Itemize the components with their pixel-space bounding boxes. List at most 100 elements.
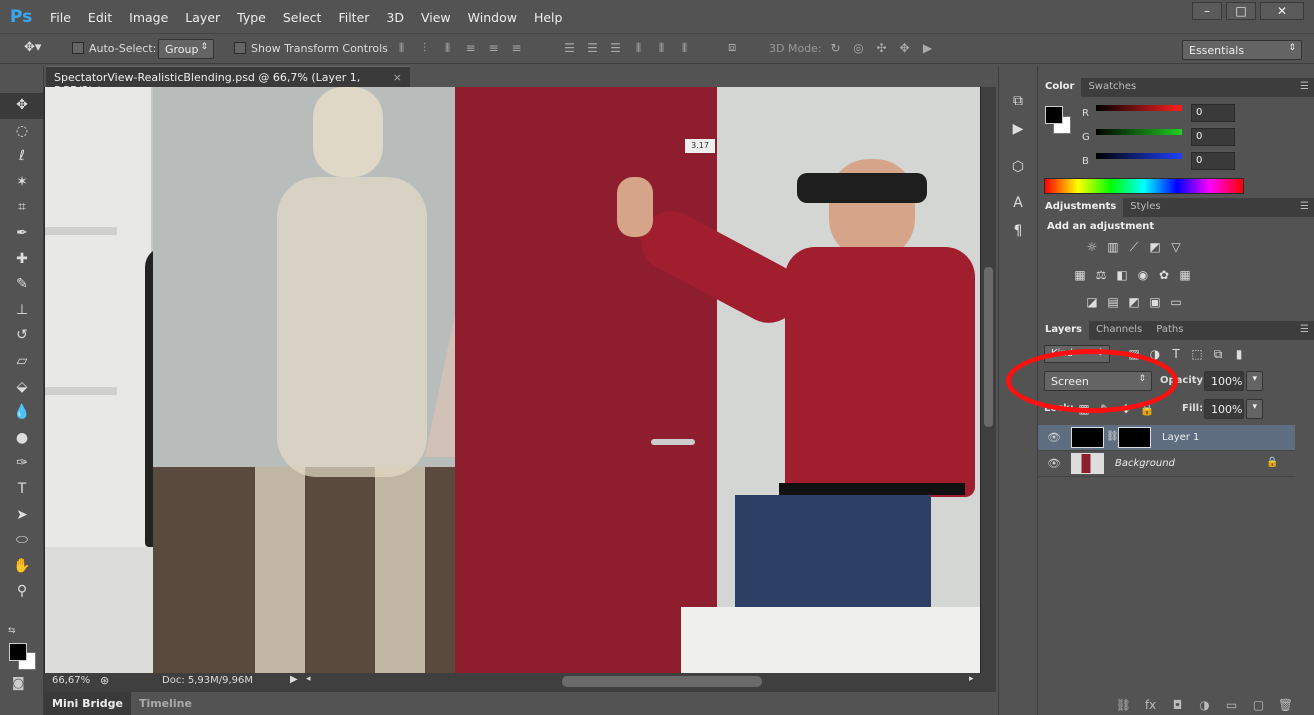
eraser-tool-icon[interactable]: ▱: [0, 349, 44, 375]
type-tool-icon[interactable]: T: [0, 477, 44, 503]
selective-color-icon[interactable]: ▣: [1147, 295, 1163, 309]
paragraph-panel-icon[interactable]: ¶: [999, 219, 1037, 244]
new-group-icon[interactable]: ▭: [1218, 698, 1245, 712]
menu-select[interactable]: Select: [283, 10, 322, 25]
ellipse-tool-icon[interactable]: ⬭: [0, 528, 44, 554]
history-panel-icon[interactable]: ⧉: [999, 89, 1037, 114]
photo-filter-icon[interactable]: ◉: [1135, 268, 1151, 282]
align-hcenter-icon[interactable]: ≡: [486, 41, 501, 56]
menu-window[interactable]: Window: [468, 10, 517, 25]
actions-panel-icon[interactable]: ▶: [999, 117, 1037, 142]
menu-type[interactable]: Type: [237, 10, 266, 25]
status-info-icon[interactable]: ⊛: [100, 674, 109, 687]
channel-mixer-icon[interactable]: ✿: [1156, 268, 1172, 282]
gradient-map-icon[interactable]: ▭: [1168, 295, 1184, 309]
hue-saturation-icon[interactable]: ▦: [1072, 268, 1088, 282]
maximize-button[interactable]: □: [1226, 2, 1256, 20]
zoom-level[interactable]: 66,67%: [52, 675, 90, 686]
scroll-right-icon[interactable]: ▸: [969, 674, 974, 684]
channel-b-slider[interactable]: [1096, 153, 1182, 159]
auto-select-checkbox[interactable]: Auto-Select:: [72, 42, 156, 55]
hand-tool-icon[interactable]: ✋: [0, 554, 44, 580]
vertical-scroll-thumb[interactable]: [984, 267, 993, 427]
channel-b-value[interactable]: 0: [1191, 152, 1235, 170]
move-tool-preset-icon[interactable]: ✥▾: [24, 40, 41, 55]
distribute-top-icon[interactable]: ☰: [562, 41, 577, 56]
menu-layer[interactable]: Layer: [185, 10, 220, 25]
canvas-image[interactable]: 3.17: [45, 87, 980, 673]
visibility-eye-icon[interactable]: 👁: [1047, 457, 1061, 470]
menu-filter[interactable]: Filter: [338, 10, 369, 25]
threshold-icon[interactable]: ◩: [1126, 295, 1142, 309]
tab-paths[interactable]: Paths: [1149, 321, 1190, 340]
align-left-icon[interactable]: ≡: [463, 41, 478, 56]
new-adjustment-layer-icon[interactable]: ◑: [1191, 698, 1218, 712]
workspace-dropdown[interactable]: Essentials ⇕: [1182, 40, 1302, 60]
magic-wand-tool-icon[interactable]: ✶: [0, 170, 44, 196]
eyedropper-tool-icon[interactable]: ✒: [0, 221, 44, 247]
brightness-contrast-icon[interactable]: ☼: [1084, 240, 1100, 254]
zoom-tool-icon[interactable]: ⚲: [0, 579, 44, 605]
distribute-bottom-icon[interactable]: ☰: [608, 41, 623, 56]
clone-stamp-tool-icon[interactable]: ⊥: [0, 298, 44, 324]
color-balance-icon[interactable]: ⚖: [1093, 268, 1109, 282]
layer-name[interactable]: Layer 1: [1162, 432, 1199, 443]
layers-panel-menu-icon[interactable]: ☰: [1300, 324, 1309, 335]
3d-roll-icon[interactable]: ◎: [851, 41, 866, 55]
move-tool-icon[interactable]: ✥: [0, 93, 44, 119]
3d-rotate-icon[interactable]: ↻: [828, 41, 843, 55]
link-layers-icon[interactable]: ⛓: [1110, 698, 1137, 712]
history-brush-tool-icon[interactable]: ↺: [0, 323, 44, 349]
character-panel-icon[interactable]: A: [999, 191, 1037, 216]
healing-brush-tool-icon[interactable]: ✚: [0, 247, 44, 273]
align-right-icon[interactable]: ≡: [509, 41, 524, 56]
invert-icon[interactable]: ◪: [1084, 295, 1100, 309]
fill-field[interactable]: 100%: [1204, 399, 1244, 419]
filter-shape-icon[interactable]: ⬚: [1189, 347, 1205, 361]
align-vcenter-icon[interactable]: ⫶: [417, 41, 432, 56]
layer-mask-thumbnail[interactable]: [1118, 427, 1151, 448]
horizontal-scroll-thumb[interactable]: [562, 676, 762, 687]
auto-align-icon[interactable]: ⧈: [728, 40, 736, 55]
scroll-left-icon[interactable]: ◂: [306, 674, 311, 684]
document-tab[interactable]: SpectatorView-RealisticBlending.psd @ 66…: [46, 66, 410, 97]
path-selection-tool-icon[interactable]: ➤: [0, 503, 44, 529]
channel-r-value[interactable]: 0: [1191, 104, 1235, 122]
blur-tool-icon[interactable]: 💧: [0, 400, 44, 426]
crop-tool-icon[interactable]: ⌗: [0, 195, 44, 221]
layer-style-icon[interactable]: fx: [1137, 698, 1164, 712]
menu-edit[interactable]: Edit: [88, 10, 112, 25]
tab-channels[interactable]: Channels: [1089, 321, 1149, 340]
pen-tool-icon[interactable]: ✑: [0, 451, 44, 477]
exposure-icon[interactable]: ◩: [1147, 240, 1163, 254]
dodge-tool-icon[interactable]: ●: [0, 426, 44, 452]
vertical-scrollbar[interactable]: [981, 87, 996, 673]
channel-g-value[interactable]: 0: [1191, 128, 1235, 146]
show-transform-checkbox[interactable]: Show Transform Controls: [234, 42, 388, 55]
quick-mask-icon[interactable]: ◙: [12, 676, 25, 691]
adjustments-panel-menu-icon[interactable]: ☰: [1300, 201, 1309, 212]
color-panel-menu-icon[interactable]: ☰: [1300, 81, 1309, 92]
tab-color[interactable]: Color: [1038, 78, 1082, 97]
3d-scale-icon[interactable]: ▶: [920, 41, 935, 55]
layer-row-layer-1[interactable]: 👁 ⛓ Layer 1: [1038, 425, 1295, 451]
paint-bucket-tool-icon[interactable]: ⬙: [0, 375, 44, 401]
distribute-hcenter-icon[interactable]: ⦀: [654, 41, 669, 56]
close-tab-icon[interactable]: ×: [393, 71, 402, 84]
curves-icon[interactable]: ⟋: [1126, 240, 1142, 254]
tab-layers[interactable]: Layers: [1038, 321, 1089, 340]
menu-file[interactable]: File: [50, 10, 71, 25]
marquee-tool-icon[interactable]: ◌: [0, 119, 44, 145]
add-mask-icon[interactable]: ◘: [1164, 698, 1191, 712]
tab-timeline[interactable]: Timeline: [131, 692, 200, 715]
opacity-field[interactable]: 100%: [1204, 371, 1244, 391]
brush-tool-icon[interactable]: ✎: [0, 272, 44, 298]
lasso-tool-icon[interactable]: ℓ: [0, 144, 44, 170]
foreground-color-swatch[interactable]: [9, 643, 27, 661]
tab-adjustments[interactable]: Adjustments: [1038, 198, 1124, 217]
menu-help[interactable]: Help: [534, 10, 563, 25]
tab-styles[interactable]: Styles: [1123, 198, 1167, 217]
menu-image[interactable]: Image: [129, 10, 168, 25]
color-fg-swatch[interactable]: [1045, 106, 1063, 124]
layer-link-icon[interactable]: ⛓: [1106, 431, 1119, 442]
